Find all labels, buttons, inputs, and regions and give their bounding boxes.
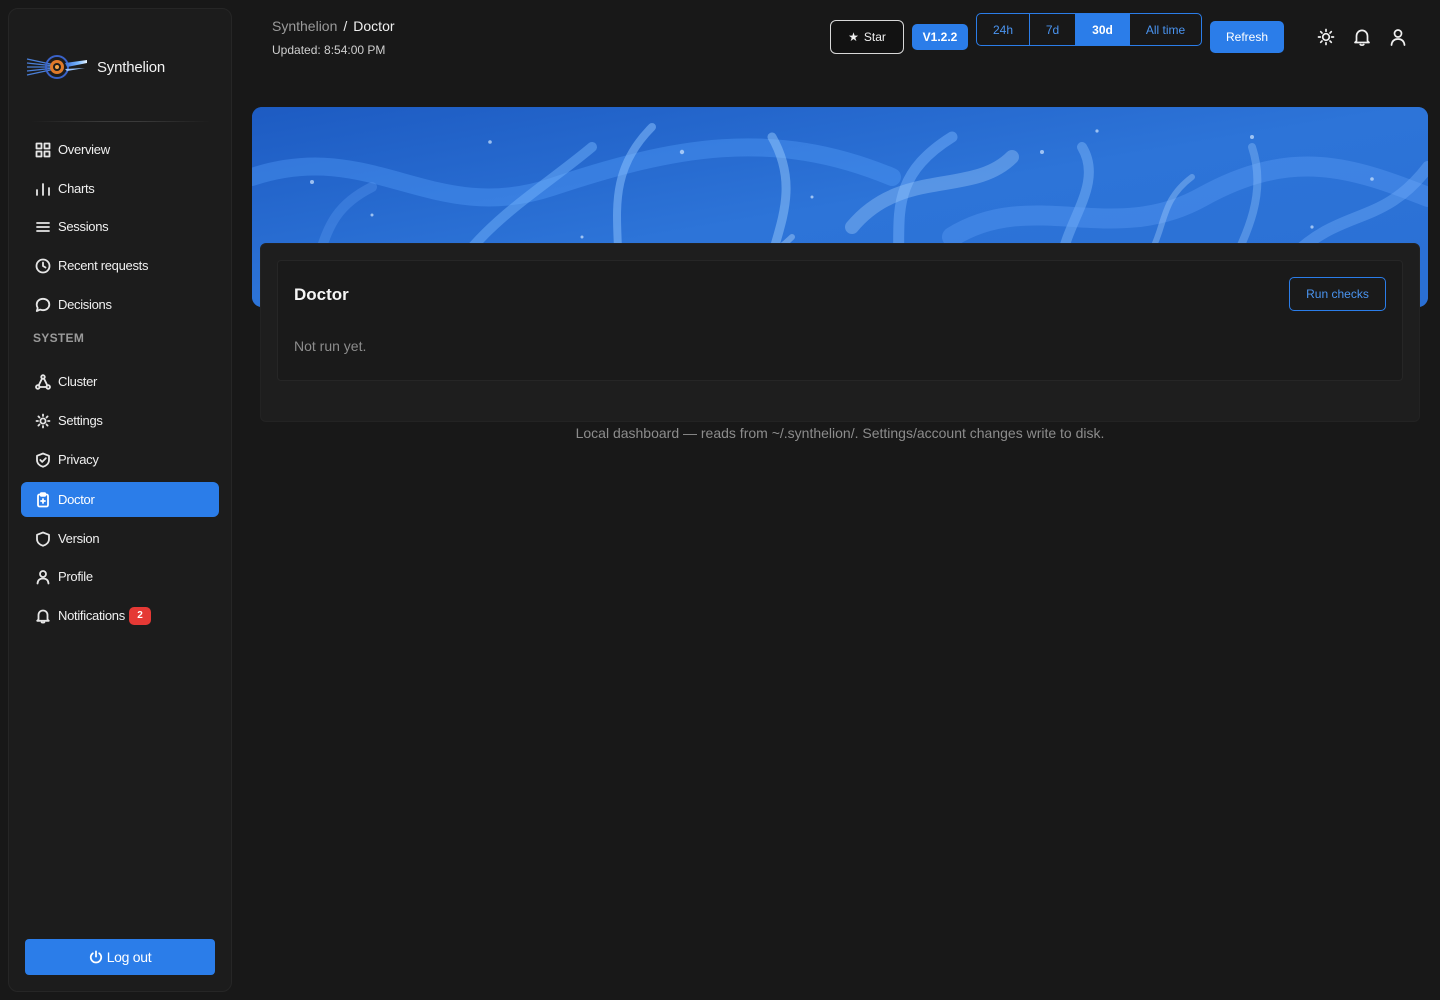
- sidebar-item-doctor[interactable]: Doctor: [21, 482, 219, 517]
- notification-count-badge: 2: [128, 606, 151, 625]
- logout-label: Log out: [106, 949, 152, 965]
- user-icon: [34, 568, 52, 586]
- sidebar-item-privacy[interactable]: Privacy: [21, 442, 219, 477]
- sidebar-item-label: Settings: [58, 413, 103, 428]
- breadcrumb-current: Doctor: [353, 18, 395, 34]
- chat-bubble-icon: [34, 296, 52, 314]
- star-button[interactable]: ★ Star: [830, 20, 904, 54]
- bar-chart-icon: [34, 180, 52, 198]
- breadcrumb-separator: /: [343, 18, 348, 34]
- sidebar-item-cluster[interactable]: Cluster: [21, 364, 219, 399]
- sidebar-item-label: Recent requests: [58, 258, 149, 273]
- sidebar-item-sessions[interactable]: Sessions: [21, 209, 219, 244]
- doctor-card: [277, 260, 1403, 381]
- user-icon[interactable]: [1388, 27, 1408, 47]
- theme-toggle-sun-icon[interactable]: [1316, 27, 1336, 47]
- sidebar-item-version[interactable]: Version: [21, 521, 219, 556]
- sidebar-item-label: Profile: [58, 569, 93, 584]
- network-icon: [34, 373, 52, 391]
- sidebar-item-charts[interactable]: Charts: [21, 171, 219, 206]
- sidebar-item-label: Cluster: [58, 374, 98, 389]
- brand-divider: [31, 121, 211, 122]
- run-checks-button[interactable]: Run checks: [1289, 277, 1386, 311]
- power-icon: [89, 950, 102, 964]
- sidebar-item-label: Charts: [58, 181, 95, 196]
- sidebar-item-label: Doctor: [58, 492, 95, 507]
- synthelion-logo-icon: [26, 55, 87, 79]
- sidebar-item-recent-requests[interactable]: Recent requests: [21, 248, 219, 283]
- sidebar-item-profile[interactable]: Profile: [21, 559, 219, 594]
- footer-note: Local dashboard — reads from ~/.syntheli…: [575, 425, 1105, 441]
- doctor-status: Not run yet.: [294, 338, 367, 354]
- clipboard-medical-icon: [34, 491, 52, 509]
- range-7d[interactable]: 7d: [1030, 14, 1076, 45]
- range-24h[interactable]: 24h: [977, 14, 1030, 45]
- sidebar-item-label: Sessions: [58, 219, 109, 234]
- clock-icon: [34, 257, 52, 275]
- time-range-selector: 24h 7d 30d All time: [976, 13, 1202, 46]
- sidebar-item-notifications[interactable]: Notifications 2: [21, 598, 219, 633]
- shield-check-icon: [34, 451, 52, 469]
- list-icon: [34, 218, 52, 236]
- logout-button[interactable]: Log out: [25, 939, 215, 975]
- sidebar-section-system: SYSTEM: [33, 331, 85, 345]
- sidebar-item-overview[interactable]: Overview: [21, 132, 219, 167]
- bell-icon[interactable]: [1352, 27, 1372, 47]
- version-badge: V1.2.2: [912, 24, 968, 50]
- breadcrumb-root[interactable]: Synthelion: [272, 18, 337, 34]
- range-all-time[interactable]: All time: [1130, 14, 1201, 45]
- star-icon: ★: [848, 30, 859, 44]
- sidebar-item-label: Overview: [58, 142, 110, 157]
- sidebar-item-settings[interactable]: Settings: [21, 403, 219, 438]
- breadcrumb: Synthelion / Doctor: [272, 18, 395, 34]
- shield-icon: [34, 530, 52, 548]
- sidebar-item-label: Decisions: [58, 297, 112, 312]
- bell-icon: [34, 607, 52, 625]
- refresh-button[interactable]: Refresh: [1210, 21, 1284, 53]
- brand-name: Synthelion: [97, 58, 166, 76]
- sidebar-item-decisions[interactable]: Decisions: [21, 287, 219, 322]
- sidebar-item-label: Version: [58, 531, 100, 546]
- last-updated: Updated: 8:54:00 PM: [272, 43, 386, 57]
- brand[interactable]: Synthelion: [25, 47, 165, 87]
- sidebar-item-label: Privacy: [58, 452, 99, 467]
- grid-icon: [34, 141, 52, 159]
- sidebar-item-label: Notifications: [58, 608, 125, 623]
- sun-gear-icon: [34, 412, 52, 430]
- range-30d[interactable]: 30d: [1076, 14, 1130, 45]
- doctor-title: Doctor: [294, 285, 349, 304]
- star-label: Star: [863, 30, 886, 44]
